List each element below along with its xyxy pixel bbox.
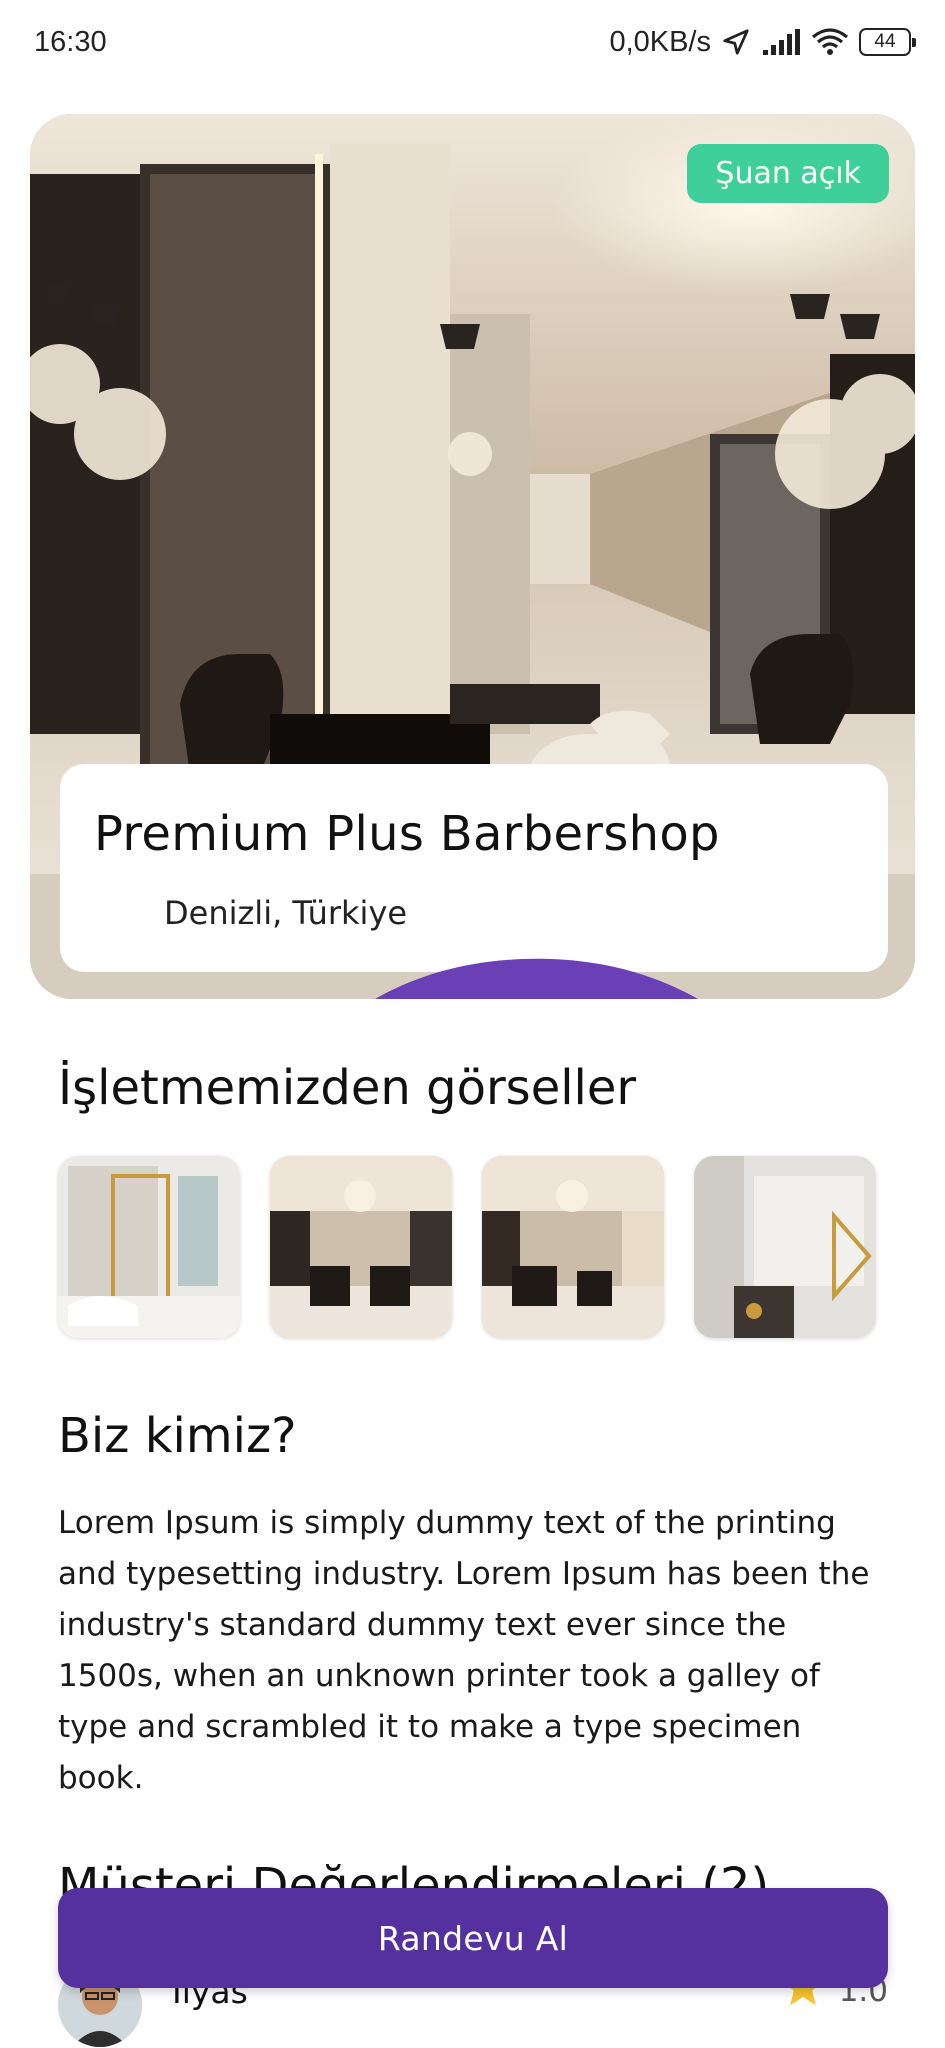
location-arrow-icon: [721, 27, 751, 57]
open-status-badge: Şuan açık: [687, 144, 889, 203]
about-title: Biz kimiz?: [58, 1408, 297, 1464]
book-appointment-button[interactable]: Randevu Al: [58, 1888, 888, 1988]
screen: 16:30 0,0KB/s 44 Şuan açık Premium Plus …: [0, 0, 945, 2048]
gallery-title: İşletmemizden görseller: [58, 1060, 637, 1116]
shop-info-card: Premium Plus Barbershop Denizli, Türkiye: [60, 764, 888, 999]
status-bar: 16:30 0,0KB/s 44: [0, 0, 945, 84]
status-time: 16:30: [34, 25, 107, 58]
gallery-thumbnail[interactable]: [270, 1156, 452, 1338]
wifi-icon: [811, 27, 849, 57]
shop-location: Denizli, Türkiye: [94, 888, 854, 999]
signal-icon: [761, 28, 801, 56]
gallery-thumbnail[interactable]: [482, 1156, 664, 1338]
status-icons: 0,0KB/s 44: [609, 25, 916, 59]
hero-image: Şuan açık Premium Plus Barbershop Denizl…: [30, 114, 915, 999]
location-pin-icon: [94, 888, 698, 999]
gallery-thumbnails: [58, 1156, 888, 1340]
network-speed: 0,0KB/s: [609, 25, 711, 58]
shop-name: Premium Plus Barbershop: [94, 806, 720, 862]
about-text: Lorem Ipsum is simply dummy text of the …: [58, 1505, 870, 1796]
battery-level: 44: [874, 31, 896, 52]
battery-icon: 44: [859, 28, 916, 56]
gallery-thumbnail[interactable]: [58, 1156, 240, 1338]
gallery-thumbnail[interactable]: [694, 1156, 876, 1338]
